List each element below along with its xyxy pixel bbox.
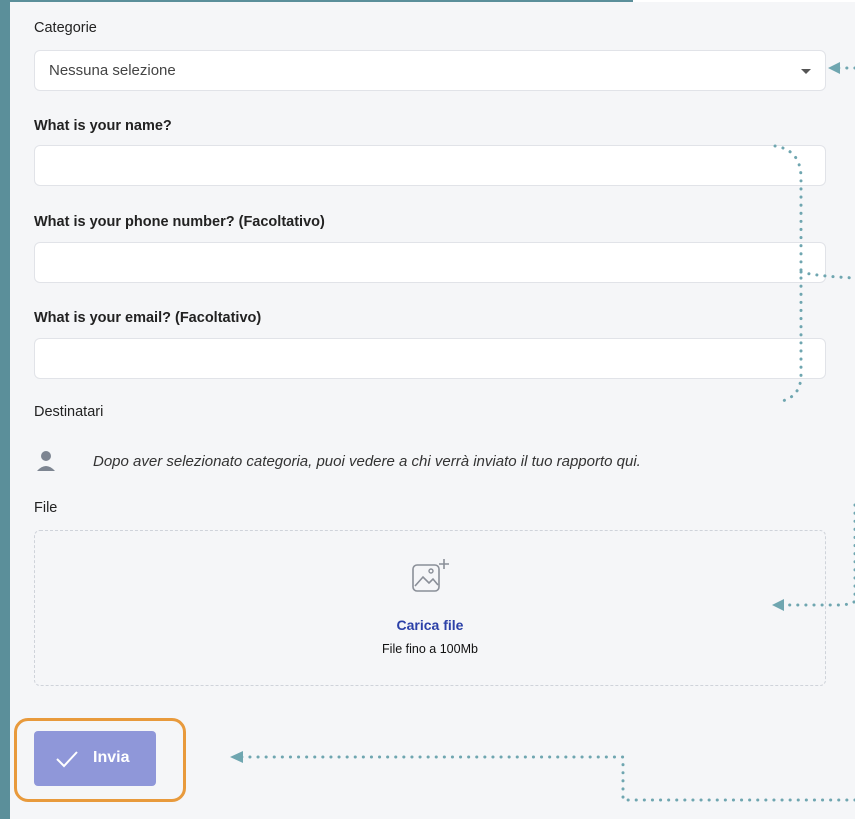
name-label: What is your name?: [34, 118, 172, 134]
category-select-value: Nessuna selezione: [49, 62, 176, 79]
phone-input[interactable]: [34, 242, 826, 283]
submit-button-label: Invia: [93, 749, 130, 766]
upload-file-link[interactable]: Carica file: [35, 617, 825, 633]
submit-button[interactable]: Invia: [34, 731, 156, 786]
name-input[interactable]: [34, 145, 826, 186]
category-label: Categorie: [34, 20, 97, 36]
email-input[interactable]: [34, 338, 826, 379]
phone-label: What is your phone number? (Facoltativo): [34, 214, 325, 230]
image-add-icon: [412, 559, 449, 592]
recipients-hint: Dopo aver selezionato categoria, puoi ve…: [93, 453, 641, 470]
chevron-down-icon: [801, 69, 811, 74]
check-icon: [56, 751, 78, 768]
user-icon: [37, 451, 55, 471]
recipients-label: Destinatari: [34, 404, 104, 420]
report-form: Categorie Nessuna selezione What is your…: [10, 2, 855, 819]
category-select[interactable]: Nessuna selezione: [34, 50, 826, 91]
email-label: What is your email? (Facoltativo): [34, 310, 262, 326]
file-label: File: [34, 500, 58, 516]
file-dropzone[interactable]: Carica file File fino a 100Mb: [34, 530, 826, 686]
upload-size-hint: File fino a 100Mb: [382, 642, 478, 656]
